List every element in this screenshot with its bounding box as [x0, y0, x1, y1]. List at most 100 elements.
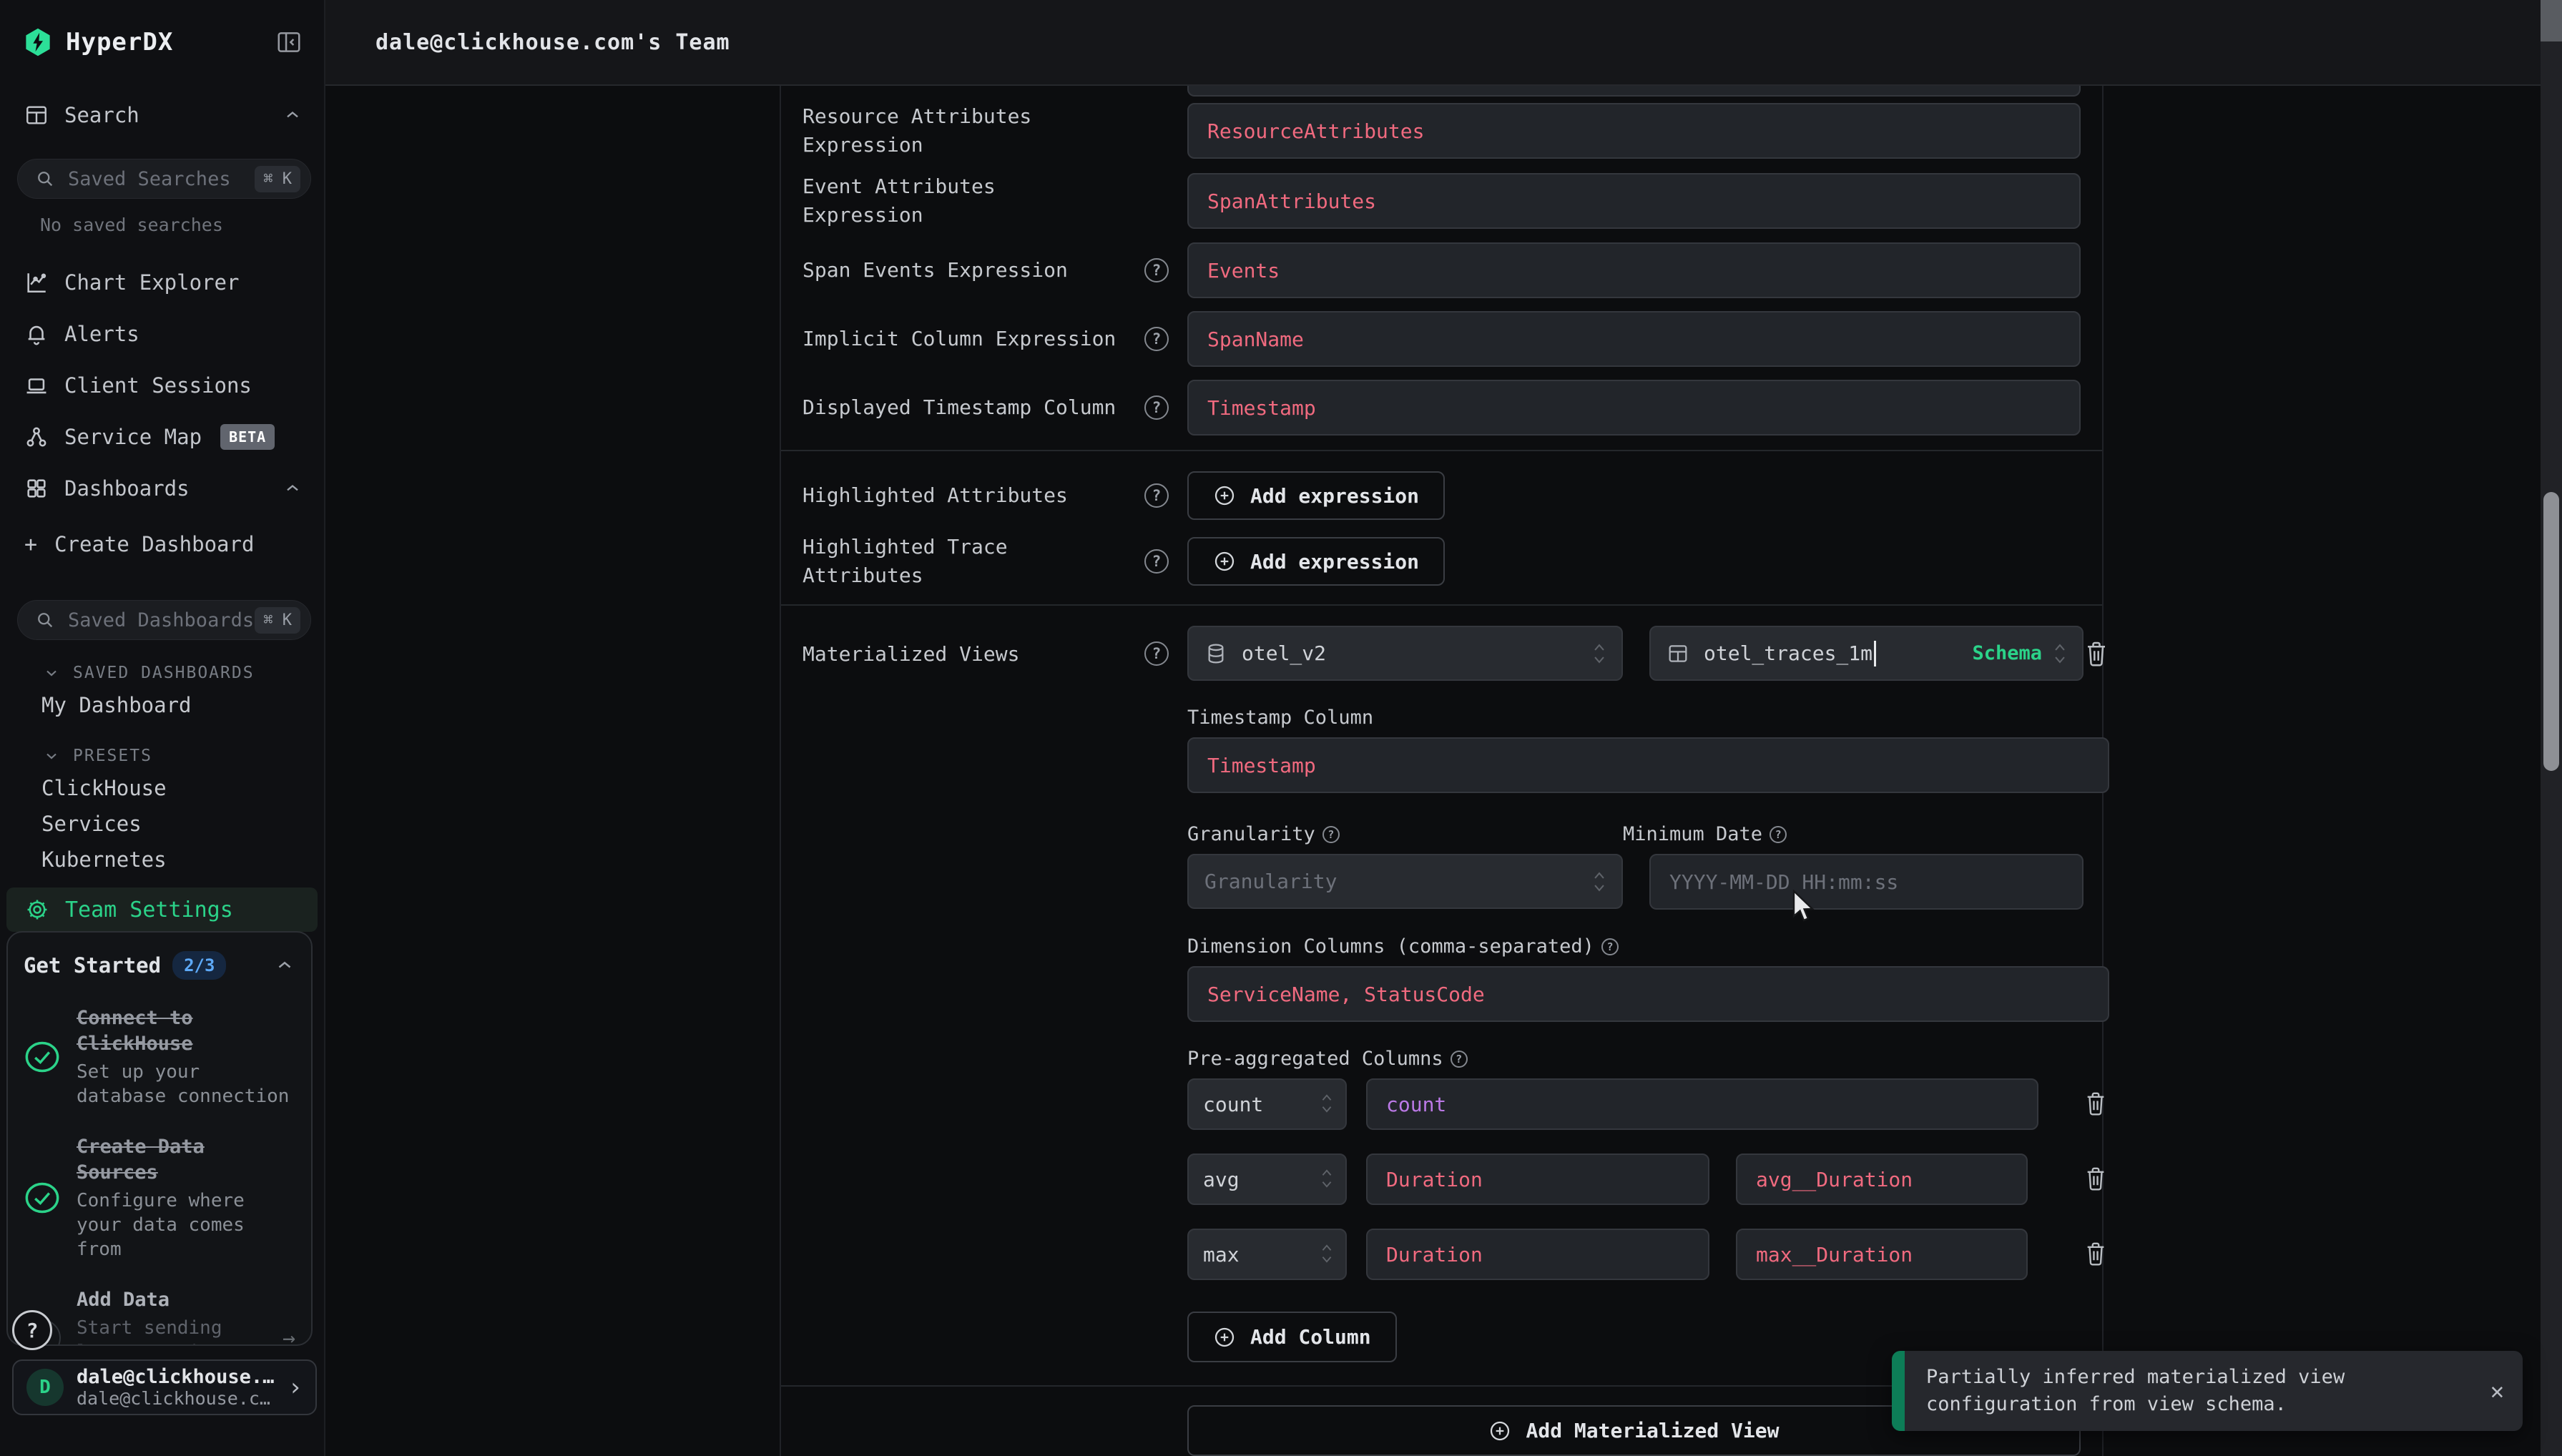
preagg-row-avg: avg Duration avg__Duration — [1187, 1154, 2109, 1205]
sidebar-item-chart-explorer[interactable]: Chart Explorer — [24, 257, 303, 308]
preagg-row-count: count count — [1187, 1078, 2109, 1130]
step-subtitle: Set up your database connection — [77, 1060, 291, 1108]
service-map-icon — [24, 425, 49, 449]
trash-icon[interactable] — [2084, 639, 2109, 668]
form-row-highlighted-trace-attributes: Highlighted Trace Attributes ? Add expre… — [803, 533, 2081, 590]
section-saved-dashboards[interactable]: SAVED DASHBOARDS — [43, 659, 303, 687]
sidebar-item-dashboards[interactable]: Dashboards — [24, 463, 303, 514]
help-icon[interactable]: ? — [1451, 1051, 1468, 1068]
clipped-input[interactable] — [1187, 86, 2081, 97]
add-expression-button[interactable]: Add expression — [1187, 471, 1445, 520]
help-icon[interactable]: ? — [1770, 826, 1787, 843]
sidebar-item-services[interactable]: Services — [41, 806, 303, 842]
implicit-column-input[interactable]: SpanName — [1187, 311, 2081, 367]
sidebar-item-clickhouse[interactable]: ClickHouse — [41, 770, 303, 806]
sidebar-item-client-sessions[interactable]: Client Sessions — [24, 360, 303, 411]
chevron-up-icon[interactable] — [283, 105, 303, 125]
scrollbar-thumb[interactable] — [2543, 492, 2559, 771]
saved-dashboards-input[interactable]: Saved Dashboards ⌘ K — [17, 600, 311, 640]
help-icon[interactable]: ? — [1601, 938, 1619, 955]
help-button[interactable]: ? — [12, 1310, 52, 1350]
add-column-button[interactable]: Add Column — [1187, 1312, 1397, 1362]
add-expression-button[interactable]: Add expression — [1187, 537, 1445, 586]
displayed-timestamp-input[interactable]: Timestamp — [1187, 380, 2081, 436]
form-row-resource-attributes: Resource Attributes Expression ResourceA… — [803, 102, 2081, 159]
alias-input[interactable]: max__Duration — [1736, 1229, 2028, 1280]
expression-input[interactable]: count — [1366, 1078, 2038, 1130]
question-glyph: ? — [1152, 553, 1162, 570]
create-dashboard-button[interactable]: + Create Dashboard — [24, 523, 303, 566]
sidebar-item-alerts[interactable]: Alerts — [24, 308, 303, 360]
table-select[interactable]: otel_traces_1m Schema — [1649, 626, 2084, 681]
alias-input[interactable]: avg__Duration — [1736, 1154, 2028, 1205]
get-started-header[interactable]: Get Started 2/3 — [24, 951, 295, 980]
trash-icon[interactable] — [2084, 1165, 2109, 1194]
field-value: ServiceName, StatusCode — [1207, 983, 1485, 1006]
expression-input[interactable]: Duration — [1366, 1229, 1709, 1280]
help-icon[interactable]: ? — [1144, 549, 1169, 574]
button-label: Add expression — [1250, 550, 1419, 574]
granularity-select[interactable]: Granularity — [1187, 854, 1623, 909]
granularity-mindate-labels: Granularity ? Minimum Date ? — [1187, 823, 2109, 845]
field-value: SpanAttributes — [1207, 190, 1376, 213]
help-icon[interactable]: ? — [1144, 641, 1169, 666]
help-icon[interactable]: ? — [1144, 483, 1169, 508]
form-row-span-events: Span Events Expression ? Events — [803, 242, 2081, 298]
sidebar-collapse-icon[interactable] — [275, 29, 303, 56]
chevron-up-icon[interactable] — [283, 478, 303, 498]
span-events-input[interactable]: Events — [1187, 242, 2081, 298]
trash-icon[interactable] — [2084, 1090, 2109, 1118]
user-menu[interactable]: D dale@clickhouse.… dale@clickhouse.c… › — [12, 1359, 317, 1415]
database-select[interactable]: otel_v2 — [1187, 626, 1623, 681]
resource-attributes-input[interactable]: ResourceAttributes — [1187, 103, 2081, 159]
get-started-step-sources[interactable]: Create Data Sources Configure where your… — [24, 1134, 295, 1261]
section-presets[interactable]: PRESETS — [43, 742, 303, 770]
form-row-implicit-column: Implicit Column Expression ? SpanName — [803, 311, 2081, 367]
step-title: Create Data Sources — [77, 1134, 291, 1186]
trash-icon[interactable] — [2084, 1240, 2109, 1269]
mv-source-row: otel_v2 otel_traces_1m Schema — [1187, 626, 2109, 681]
sidebar-item-search[interactable]: Search — [24, 100, 303, 130]
aggregation-fn-select[interactable]: avg — [1187, 1154, 1347, 1205]
help-icon[interactable]: ? — [1144, 327, 1169, 351]
sidebar-item-team-settings[interactable]: Team Settings — [6, 887, 318, 932]
form-row-highlighted-attributes: Highlighted Attributes ? Add expression — [803, 471, 2081, 520]
field-value: Duration — [1386, 1168, 1483, 1191]
field-value: SpanName — [1207, 328, 1304, 351]
field-label: Highlighted Trace Attributes — [803, 533, 1126, 590]
fn-value: max — [1203, 1243, 1240, 1266]
step-text: Create Data Sources Configure where your… — [77, 1134, 291, 1261]
table-value: otel_traces_1m — [1704, 641, 1873, 665]
chevron-up-icon[interactable] — [274, 955, 295, 976]
check-circle-icon — [24, 1179, 61, 1216]
help-icon[interactable]: ? — [1144, 395, 1169, 420]
help-icon[interactable]: ? — [1144, 258, 1169, 282]
minimum-date-input[interactable]: YYYY-MM-DD HH:mm:ss — [1649, 854, 2084, 910]
plus-icon: + — [24, 532, 37, 557]
sidebar-item-my-dashboard[interactable]: My Dashboard — [41, 687, 303, 723]
sidebar-item-service-map[interactable]: Service Map BETA — [24, 411, 303, 463]
select-chevrons-icon — [1320, 1092, 1335, 1116]
get-started-step-add-data[interactable]: 3 Add Data Start sending logs, metrics, … — [24, 1287, 295, 1346]
saved-searches-input[interactable]: Saved Searches ⌘ K — [17, 159, 311, 199]
button-label: Add Column — [1250, 1325, 1371, 1349]
expression-input[interactable]: Duration — [1366, 1154, 1709, 1205]
dashboard-name: My Dashboard — [41, 693, 192, 717]
sidebar-item-kubernetes[interactable]: Kubernetes — [41, 842, 303, 877]
dimension-columns-input[interactable]: ServiceName, StatusCode — [1187, 966, 2109, 1022]
sidebar-nav: Chart Explorer Alerts Client Sessions Se… — [0, 257, 324, 514]
fn-value: count — [1203, 1093, 1263, 1116]
aggregation-fn-select[interactable]: count — [1187, 1078, 1347, 1130]
circle-plus-icon — [1213, 550, 1236, 573]
get-started-step-connect[interactable]: Connect to ClickHouse Set up your databa… — [24, 1005, 295, 1108]
close-icon[interactable]: ✕ — [2490, 1377, 2504, 1405]
label-text: Pre-aggregated Columns — [1187, 1048, 1443, 1070]
mv-timestamp-input[interactable]: Timestamp — [1187, 737, 2109, 793]
sidebar: HyperDX Search Saved Searches ⌘ K No sav… — [0, 0, 325, 1456]
schema-link[interactable]: Schema — [1972, 642, 2042, 664]
sidebar-item-label: Search — [64, 103, 139, 127]
event-attributes-input[interactable]: SpanAttributes — [1187, 173, 2081, 229]
help-icon[interactable]: ? — [1322, 826, 1340, 843]
select-chevrons-icon — [1591, 641, 1607, 666]
aggregation-fn-select[interactable]: max — [1187, 1229, 1347, 1280]
